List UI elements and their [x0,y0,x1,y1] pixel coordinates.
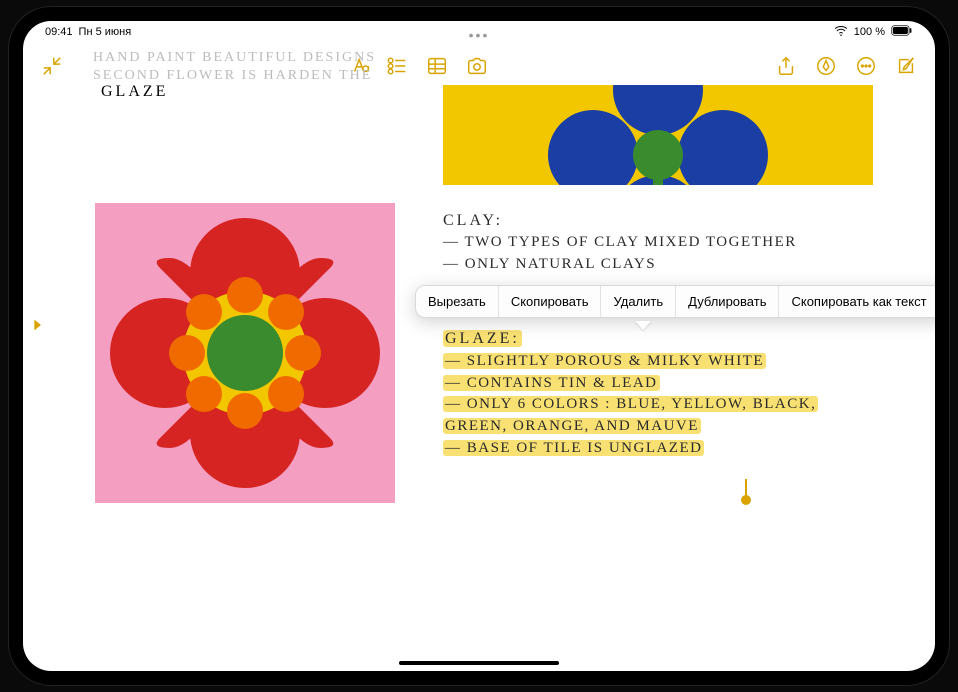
markup-icon[interactable] [815,55,837,77]
screen: ••• 09:41 Пн 5 июня 100 % [23,21,935,671]
glaze-line-4: — BASE OF TILE IS UNGLAZED [443,440,704,456]
context-menu-copy[interactable]: Скопировать [499,286,602,317]
clay-title: CLAY: [443,209,797,232]
more-icon[interactable] [855,55,877,77]
share-icon[interactable] [775,55,797,77]
collapse-icon[interactable] [41,55,63,77]
camera-icon[interactable] [466,55,488,77]
side-handle-icon[interactable] [29,317,45,338]
handwriting-clay[interactable]: CLAY: — TWO TYPES OF CLAY MIXED TOGETHER… [443,209,797,276]
status-date: Пн 5 июня [79,26,132,38]
clay-line-2: — ONLY NATURAL CLAYS [443,254,797,276]
glaze-line-2: — CONTAINS TIN & LEAD [443,375,660,391]
glaze-title: GLAZE: [443,330,522,347]
glaze-line-3: — ONLY 6 COLORS : BLUE, YELLOW, BLACK, [443,396,818,412]
battery-icon [891,25,913,39]
status-time: 09:41 [45,26,73,38]
context-menu-duplicate[interactable]: Дублировать [676,286,779,317]
selection-handle[interactable] [741,479,751,503]
status-bar: 09:41 Пн 5 июня 100 % [23,21,935,43]
home-indicator[interactable] [399,661,559,665]
context-menu-delete[interactable]: Удалить [601,286,676,317]
context-menu-pointer [635,321,651,330]
glaze-line-3b: GREEN, ORANGE, AND MAUVE [443,418,701,434]
faded-line-1: HAND PAINT BEAUTIFUL DESIGNS [93,49,455,67]
ipad-frame: ••• 09:41 Пн 5 июня 100 % [9,7,949,685]
handwriting-glaze-selected[interactable]: GLAZE: — SLIGHTLY POROUS & MILKY WHITE —… [443,327,818,460]
blue-flower-drawing[interactable] [443,85,873,185]
clay-line-1: — TWO TYPES OF CLAY MIXED TOGETHER [443,232,797,254]
context-menu: Вырезать Скопировать Удалить Дублировать… [415,285,935,318]
glaze-word: GLAZE [101,83,168,101]
context-menu-cut[interactable]: Вырезать [416,286,499,317]
compose-icon[interactable] [895,55,917,77]
faded-background-text: HAND PAINT BEAUTIFUL DESIGNS SECOND FLOW… [93,49,455,85]
status-battery: 100 % [854,26,885,38]
wifi-icon [834,24,848,41]
red-flower-drawing[interactable] [95,203,395,503]
glaze-line-1: — SLIGHTLY POROUS & MILKY WHITE [443,353,766,369]
context-menu-copy-as-text[interactable]: Скопировать как текст [779,286,935,317]
